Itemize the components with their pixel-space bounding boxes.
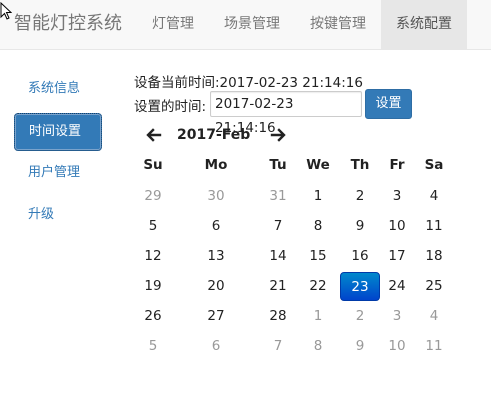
weekday-header: Mo [204,157,228,173]
weekday-header: Tu [269,157,287,173]
set-time-label: 设置的时间: [134,99,207,115]
top-navbar: 智能灯控系统 灯管理 场景管理 按键管理 系统配置 [0,0,491,50]
calendar-day[interactable]: 9 [340,332,380,361]
set-button[interactable]: 设置 [365,89,412,119]
calendar-day[interactable]: 10 [377,332,417,361]
arrow-left-icon[interactable] [146,127,162,143]
calendar-day[interactable]: 26 [133,302,173,331]
calendar-day[interactable]: 29 [133,182,173,211]
calendar-day[interactable]: 25 [414,272,454,301]
calendar-day[interactable]: 2 [340,182,380,211]
sidebar-item-upgrade[interactable]: 升级 [14,197,102,235]
calendar-day[interactable]: 19 [133,272,173,301]
app-brand[interactable]: 智能灯控系统 [14,13,122,35]
sidebar-item-user-management[interactable]: 用户管理 [14,155,102,193]
set-time-input[interactable]: 2017-02-23 21:14:16 [210,91,362,136]
weekday-header: Fr [389,157,405,173]
calendar-day[interactable]: 15 [298,242,338,271]
calendar-day[interactable]: 5 [133,212,173,241]
current-time-text: 设备当前时间:2017-02-23 21:14:16 [134,75,363,91]
calendar-day[interactable]: 1 [298,302,338,331]
calendar-day[interactable]: 7 [258,212,298,241]
calendar-day[interactable]: 4 [414,302,454,331]
weekday-header: We [306,157,330,173]
calendar-day[interactable]: 13 [196,242,236,271]
calendar-day[interactable]: 11 [414,332,454,361]
weekday-header: Su [143,157,163,173]
sidebar-item-time-settings[interactable]: 时间设置 [14,113,102,151]
calendar-day[interactable]: 11 [414,212,454,241]
calendar-day[interactable]: 6 [196,212,236,241]
calendar-day[interactable]: 3 [377,182,417,211]
calendar-day[interactable]: 3 [377,302,417,331]
weekday-header: Th [350,157,370,173]
tab-lamp-management[interactable]: 灯管理 [137,0,209,50]
calendar-day[interactable]: 7 [258,332,298,361]
tab-key-management[interactable]: 按键管理 [295,0,381,50]
calendar-day[interactable]: 4 [414,182,454,211]
calendar-day[interactable]: 6 [196,332,236,361]
calendar-day[interactable]: 27 [196,302,236,331]
tab-scene-management[interactable]: 场景管理 [209,0,295,50]
calendar-day[interactable]: 9 [340,212,380,241]
weekday-header: Sa [424,157,444,173]
calendar-day[interactable]: 16 [340,242,380,271]
calendar-day[interactable]: 22 [298,272,338,301]
calendar-day[interactable]: 2 [340,302,380,331]
calendar-day[interactable]: 24 [377,272,417,301]
calendar-day[interactable]: 17 [377,242,417,271]
calendar-day[interactable]: 12 [133,242,173,271]
calendar-day[interactable]: 18 [414,242,454,271]
calendar-day[interactable]: 14 [258,242,298,271]
calendar-day[interactable]: 21 [258,272,298,301]
calendar-day[interactable]: 10 [377,212,417,241]
arrow-right-icon[interactable] [270,127,286,143]
tab-system-config[interactable]: 系统配置 [381,0,467,50]
calendar-day[interactable]: 1 [298,182,338,211]
calendar-day[interactable]: 30 [196,182,236,211]
calendar-day[interactable]: 31 [258,182,298,211]
calendar-day[interactable]: 8 [298,212,338,241]
calendar-day-selected[interactable]: 23 [340,272,380,301]
calendar-day[interactable]: 5 [133,332,173,361]
calendar-day[interactable]: 20 [196,272,236,301]
calendar-month-title[interactable]: 2017-Feb [177,124,250,146]
calendar-day[interactable]: 8 [298,332,338,361]
mouse-pointer-icon [0,2,12,20]
calendar-day[interactable]: 28 [258,302,298,331]
sidebar-item-system-info[interactable]: 系统信息 [14,71,102,109]
